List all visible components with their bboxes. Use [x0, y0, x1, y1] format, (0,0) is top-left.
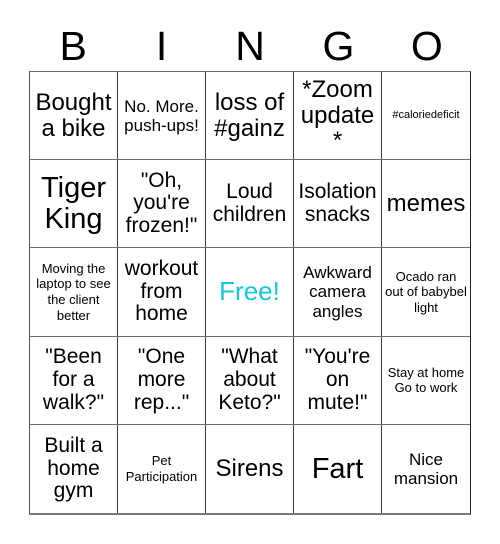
bingo-cell[interactable]: Sirens: [206, 424, 294, 513]
bingo-card: B I N G O Bought a bike No. More. push-up…: [0, 0, 500, 544]
bingo-cell[interactable]: Fart: [294, 424, 382, 513]
bingo-cell-label: #caloriedeficit: [392, 108, 460, 121]
bingo-cell[interactable]: Pet Participation: [118, 424, 206, 513]
bingo-cell-label: *Zoom update*: [300, 76, 375, 155]
bingo-cell-label: Isolation snacks: [298, 180, 377, 226]
bingo-cell[interactable]: No. More. push-ups!: [118, 72, 206, 161]
bingo-cell[interactable]: "Oh, you're frozen!": [118, 160, 206, 249]
bingo-header: B I N G O: [29, 22, 471, 70]
bingo-cell-label: Pet Participation: [125, 453, 198, 484]
bingo-cell-label: "Been for a walk?": [42, 345, 105, 414]
bingo-cell[interactable]: Tiger King: [30, 160, 118, 249]
bingo-cell[interactable]: Bought a bike: [30, 72, 118, 161]
bingo-cell[interactable]: "Been for a walk?": [30, 336, 118, 425]
bingo-cell-label: Awkward camera angles: [303, 263, 372, 321]
bingo-cell[interactable]: Ocado ran out of babybel light: [382, 248, 470, 337]
header-letter-o: O: [410, 22, 443, 69]
bingo-cell[interactable]: workout from home: [118, 248, 206, 337]
bingo-cell[interactable]: Awkward camera angles: [294, 248, 382, 337]
bingo-cell[interactable]: loss of #gainz: [206, 72, 294, 161]
bingo-cell-label: Fart: [311, 452, 364, 485]
bingo-cell[interactable]: #caloriedeficit: [382, 72, 470, 161]
header-letter-b: B: [59, 22, 87, 69]
bingo-cell-label: Nice mansion: [393, 449, 459, 488]
bingo-grid: Bought a bike No. More. push-ups! loss of …: [29, 71, 471, 515]
bingo-cell[interactable]: Isolation snacks: [294, 160, 382, 249]
bingo-cell-label: memes: [386, 190, 466, 218]
bingo-cell-label: "You're on mute!": [304, 345, 371, 414]
bingo-cell[interactable]: Stay at home Go to work: [382, 336, 470, 425]
bingo-cell-label: Tiger King: [41, 172, 106, 235]
bingo-cell-label: Free!: [219, 276, 280, 307]
bingo-cell-label: "What about Keto?": [218, 345, 281, 414]
bingo-cell-label: "One more rep...": [133, 345, 190, 414]
bingo-cell[interactable]: Nice mansion: [382, 424, 470, 513]
bingo-cell[interactable]: Moving the laptop to see the client bett…: [30, 248, 118, 337]
bingo-cell[interactable]: "What about Keto?": [206, 336, 294, 425]
bingo-cell[interactable]: *Zoom update*: [294, 72, 382, 161]
bingo-cell-label: workout from home: [124, 256, 199, 326]
bingo-cell[interactable]: "One more rep...": [118, 336, 206, 425]
bingo-cell-label: Stay at home Go to work: [387, 364, 465, 396]
bingo-cell[interactable]: "You're on mute!": [294, 336, 382, 425]
header-letter-n: N: [235, 22, 265, 69]
bingo-cell-label: Loud children: [212, 180, 287, 226]
bingo-cell-label: Ocado ran out of babybel light: [385, 268, 467, 315]
bingo-cell-label: No. More. push-ups!: [124, 96, 199, 135]
bingo-cell-label: Built a home gym: [44, 433, 103, 503]
header-letter-g: G: [322, 22, 355, 69]
bingo-cell-label: "Oh, you're frozen!": [125, 168, 198, 238]
bingo-cell[interactable]: Built a home gym: [30, 424, 118, 513]
bingo-cell[interactable]: memes: [382, 160, 470, 249]
bingo-cell-label: Sirens: [215, 455, 284, 483]
bingo-cell[interactable]: Loud children: [206, 160, 294, 249]
bingo-cell-label: Bought a bike: [35, 89, 112, 142]
bingo-cell-label: loss of #gainz: [214, 89, 285, 142]
bingo-cell-label: Moving the laptop to see the client bett…: [36, 260, 111, 323]
bingo-free-space[interactable]: Free!: [206, 248, 294, 337]
header-letter-i: I: [155, 22, 168, 69]
